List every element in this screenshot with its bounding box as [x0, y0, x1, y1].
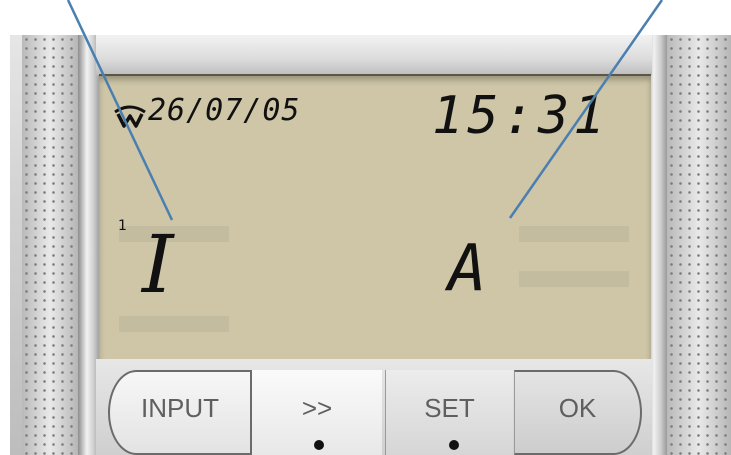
pointer-lines	[66, 0, 664, 221]
right-pointer-line	[508, 0, 664, 219]
left-pointer-line	[66, 0, 174, 221]
